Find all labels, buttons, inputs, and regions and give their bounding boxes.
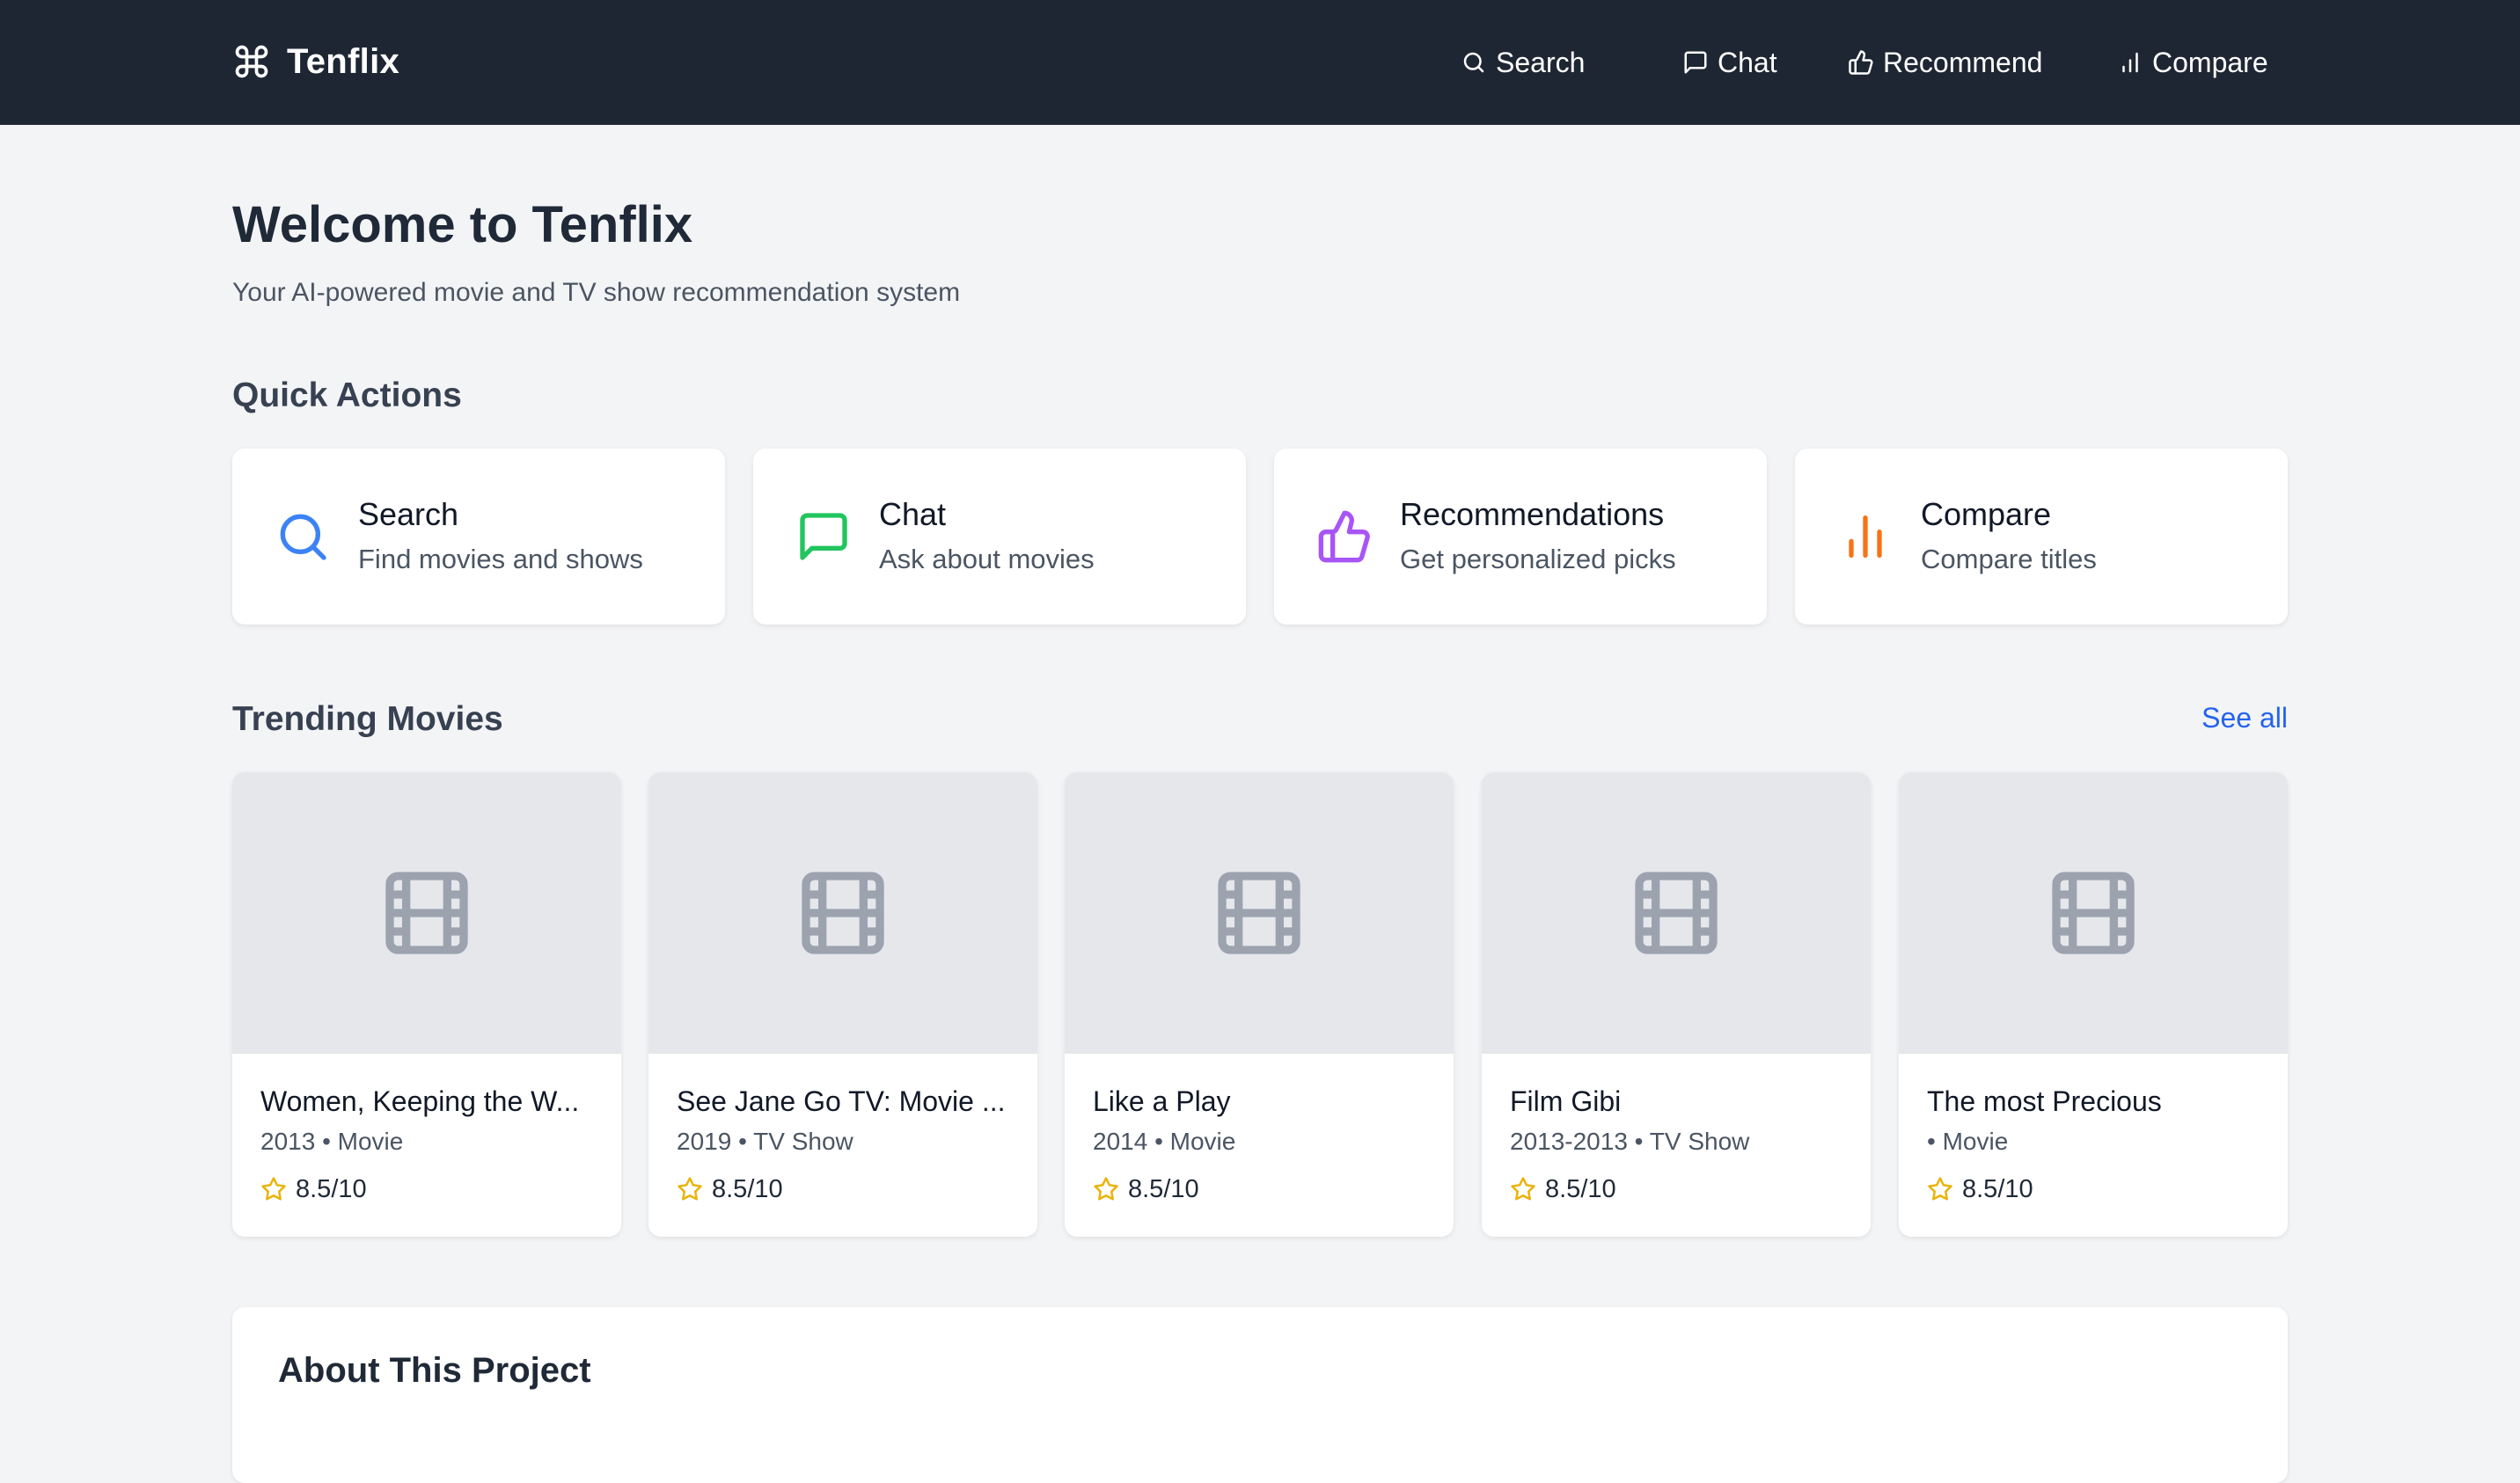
about-panel: About This Project [232,1307,2288,1483]
rating-value: 8.5/10 [712,1174,783,1203]
nav-search-label: Search [1496,46,1586,78]
star-icon [1510,1176,1536,1202]
movie-card[interactable]: Film Gibi 2013-2013 • TV Show 8.5/10 [1482,772,1871,1237]
poster-placeholder [1899,772,2288,1054]
quick-action-description: Find movies and shows [358,544,643,574]
poster-placeholder [648,772,1037,1054]
poster-placeholder [232,772,621,1054]
quick-action-description: Get personalized picks [1400,544,1676,574]
nav-chat-label: Chat [1718,46,1777,78]
chat-icon [1682,49,1709,76]
search-icon [1461,49,1487,76]
quick-action-label: Search [358,496,459,532]
rating-value: 8.5/10 [1545,1174,1616,1203]
movie-meta: 2019 • TV Show [677,1128,853,1155]
movie-rating: 8.5/10 [1927,1173,2033,1205]
trending-movies-title: Trending Movies [232,700,503,738]
thumbs-up-icon [1316,508,1373,565]
quick-action-recommendations[interactable]: Recommendations Get personalized picks [1274,449,1767,625]
nav-recommend-label: Recommend [1883,46,2043,78]
movie-title: Like a Play [1093,1085,1231,1117]
movie-rating: 8.5/10 [1093,1173,1199,1205]
poster-placeholder [1065,772,1454,1054]
rating-value: 8.5/10 [296,1174,367,1203]
page-title: Welcome to Tenflix [232,196,693,253]
thumbs-up-icon [1848,49,1874,76]
movie-card[interactable]: Like a Play 2014 • Movie 8.5/10 [1065,772,1454,1237]
see-all-link[interactable]: See all [2201,702,2288,734]
bar-chart-icon [1837,508,1894,565]
quick-action-label: Compare [1921,496,2052,532]
nav-chat-link[interactable]: Chat [1682,40,1777,84]
film-icon [1210,864,1308,962]
movie-card[interactable]: The most Precious • Movie 8.5/10 [1899,772,2288,1237]
quick-action-search[interactable]: Search Find movies and shows [232,449,725,625]
quick-action-chat[interactable]: Chat Ask about movies [753,449,1246,625]
nav-recommend-link[interactable]: Recommend [1848,40,2042,84]
movie-meta: • Movie [1927,1128,2009,1155]
film-icon [1627,864,1725,962]
top-navbar: Tenflix Search Chat Recommend Compare [0,0,2520,125]
quick-action-description: Compare titles [1921,544,2097,574]
movie-rating: 8.5/10 [677,1173,783,1205]
movie-rating: 8.5/10 [1510,1173,1616,1205]
rating-value: 8.5/10 [1962,1174,2033,1203]
nav-compare-label: Compare [2152,46,2268,78]
chat-icon [795,508,852,565]
nav-search-link[interactable]: Search [1461,40,1585,84]
star-icon [1093,1176,1119,1202]
bar-chart-icon [2117,49,2143,76]
search-icon [275,508,331,565]
quick-action-compare[interactable]: Compare Compare titles [1795,449,2288,625]
star-icon [260,1176,287,1202]
film-icon [794,864,892,962]
star-icon [1927,1176,1953,1202]
quick-action-label: Recommendations [1400,496,1665,532]
movie-title: See Jane Go TV: Movie ... [677,1085,1006,1117]
brand-name: Tenflix [287,41,400,81]
movie-title: The most Precious [1927,1085,2162,1117]
quick-actions-title: Quick Actions [232,376,462,414]
movie-title: Women, Keeping the W... [260,1085,580,1117]
film-icon [2044,864,2143,962]
quick-action-label: Chat [879,496,947,532]
star-icon [677,1176,703,1202]
movie-meta: 2013 • Movie [260,1128,404,1155]
movie-meta: 2013-2013 • TV Show [1510,1128,1750,1155]
poster-placeholder [1482,772,1871,1054]
movie-rating: 8.5/10 [260,1173,367,1205]
about-title: About This Project [278,1351,591,1390]
movie-card[interactable]: Women, Keeping the W... 2013 • Movie 8.5… [232,772,621,1237]
quick-action-description: Ask about movies [879,544,1095,574]
command-icon [232,42,271,81]
film-icon [377,864,476,962]
nav-compare-link[interactable]: Compare [2117,40,2268,84]
movie-card[interactable]: See Jane Go TV: Movie ... 2019 • TV Show… [648,772,1037,1237]
rating-value: 8.5/10 [1128,1174,1199,1203]
brand[interactable]: Tenflix [232,37,399,86]
movie-meta: 2014 • Movie [1093,1128,1236,1155]
page-subtitle: Your AI-powered movie and TV show recomm… [232,278,961,307]
movie-title: Film Gibi [1510,1085,1622,1117]
